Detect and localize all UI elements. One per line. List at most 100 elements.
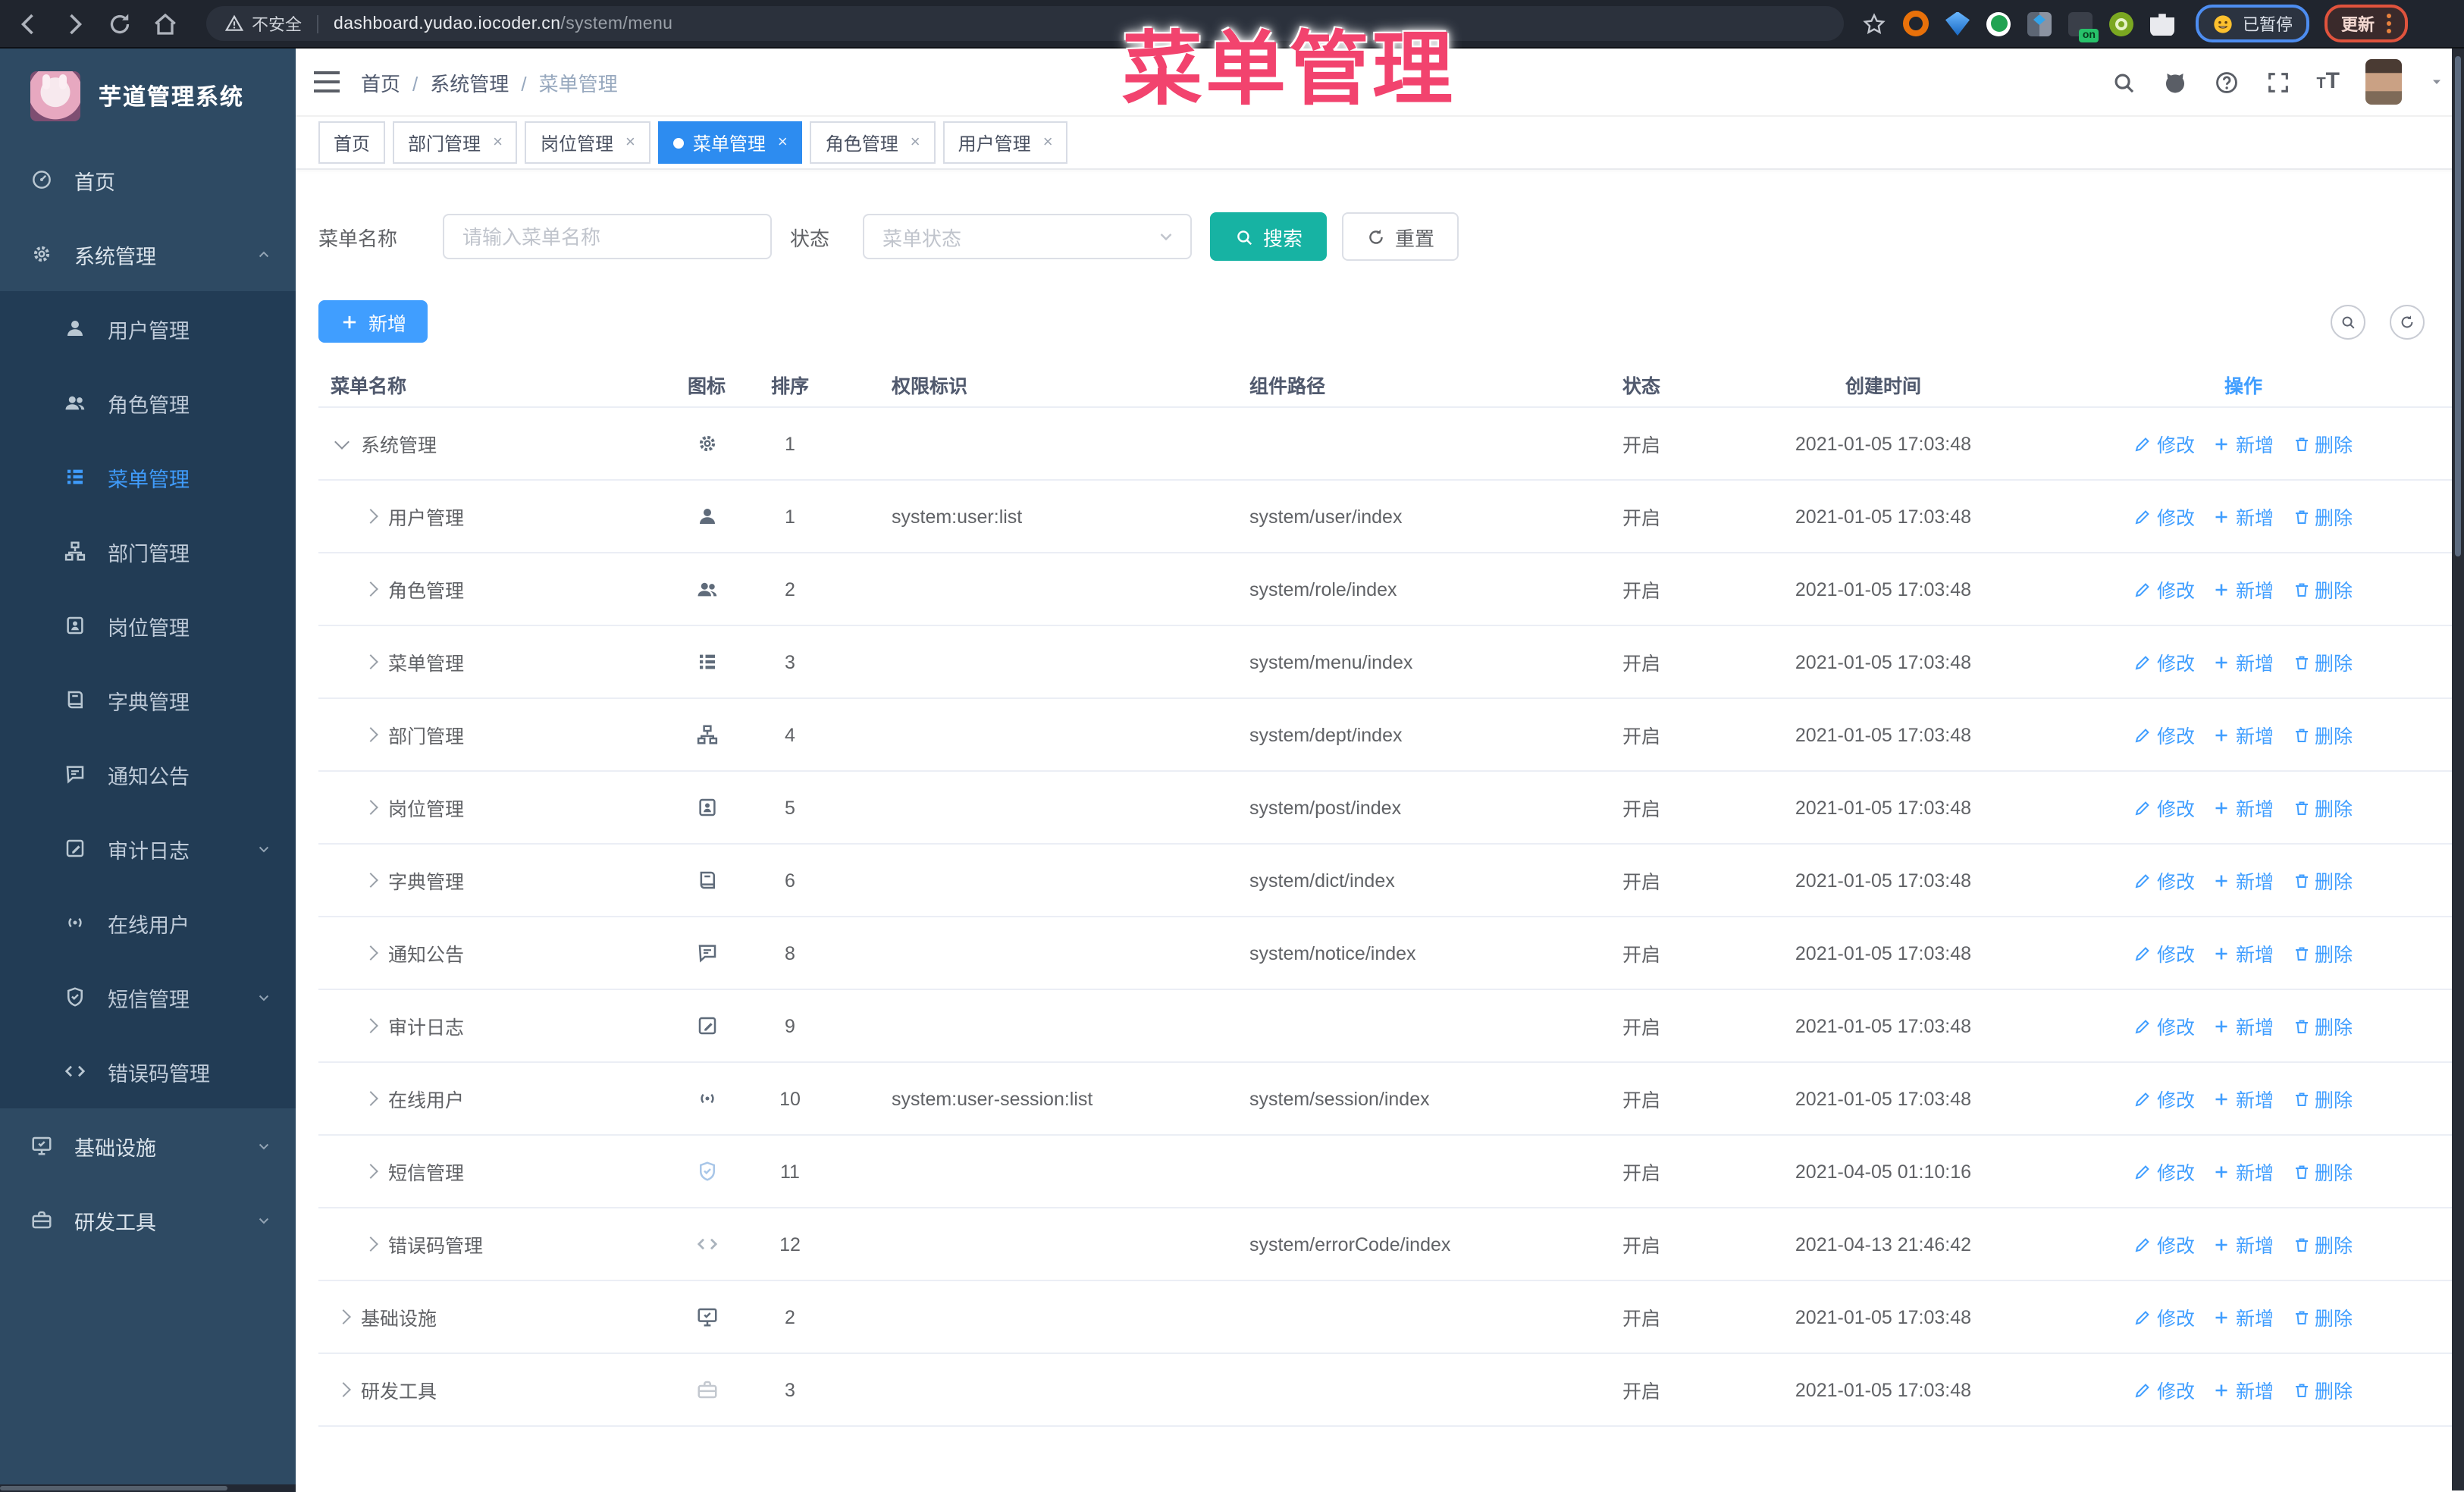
profile-paused-chip[interactable]: 已暂停	[2196, 5, 2309, 42]
add-link[interactable]: 新增	[2213, 939, 2274, 967]
sidebar-item-sms[interactable]: 短信管理	[0, 960, 296, 1034]
add-link[interactable]: 新增	[2213, 1011, 2274, 1040]
extension-orange-icon[interactable]	[1903, 11, 1929, 36]
edit-link[interactable]: 修改	[2134, 575, 2195, 603]
status-select[interactable]: 菜单状态	[863, 214, 1192, 259]
edit-link[interactable]: 修改	[2134, 502, 2195, 531]
close-icon[interactable]: ×	[493, 133, 503, 152]
delete-link[interactable]: 删除	[2292, 647, 2353, 676]
delete-link[interactable]: 删除	[2292, 575, 2353, 603]
add-link[interactable]: 新增	[2213, 575, 2274, 603]
sidebar-item-notice[interactable]: 通知公告	[0, 737, 296, 811]
search-button[interactable]: 搜索	[1210, 212, 1328, 261]
edit-link[interactable]: 修改	[2134, 1230, 2195, 1258]
add-link[interactable]: 新增	[2213, 429, 2274, 458]
bookmark-star-icon[interactable]	[1862, 11, 1886, 36]
add-link[interactable]: 新增	[2213, 866, 2274, 895]
expand-toggle-icon[interactable]	[358, 504, 382, 528]
breadcrumb-system[interactable]: 系统管理	[400, 67, 509, 96]
add-link[interactable]: 新增	[2213, 1230, 2274, 1258]
menu-name-input[interactable]	[443, 214, 772, 259]
extension-green-check-icon[interactable]	[1986, 11, 2011, 36]
expand-toggle-icon[interactable]	[358, 795, 382, 820]
edit-link[interactable]: 修改	[2134, 939, 2195, 967]
fullscreen-icon[interactable]	[2265, 69, 2290, 95]
edit-link[interactable]: 修改	[2134, 429, 2195, 458]
delete-link[interactable]: 删除	[2292, 1375, 2353, 1404]
tab-dept[interactable]: 部门管理 ×	[393, 121, 518, 164]
sidebar-item-depts[interactable]: 部门管理	[0, 514, 296, 588]
add-link[interactable]: 新增	[2213, 720, 2274, 749]
browser-home-icon[interactable]	[152, 10, 179, 37]
delete-link[interactable]: 删除	[2292, 720, 2353, 749]
refresh-button[interactable]	[2390, 304, 2425, 339]
close-icon[interactable]: ×	[778, 133, 788, 152]
edit-link[interactable]: 修改	[2134, 866, 2195, 895]
font-size-icon[interactable]: TT	[2316, 67, 2340, 96]
show-search-button[interactable]	[2331, 304, 2365, 339]
add-link[interactable]: 新增	[2213, 647, 2274, 676]
extension-switch-icon[interactable]: on	[2068, 11, 2099, 42]
expand-toggle-icon[interactable]	[358, 650, 382, 674]
delete-link[interactable]: 删除	[2292, 1011, 2353, 1040]
search-icon[interactable]	[2110, 69, 2136, 95]
expand-toggle-icon[interactable]	[358, 1014, 382, 1038]
edit-link[interactable]: 修改	[2134, 647, 2195, 676]
help-icon[interactable]	[2213, 69, 2239, 95]
edit-link[interactable]: 修改	[2134, 1011, 2195, 1040]
edit-link[interactable]: 修改	[2134, 1157, 2195, 1186]
sidebar-item-dev-tools[interactable]: 研发工具	[0, 1183, 296, 1257]
close-icon[interactable]: ×	[911, 133, 920, 152]
sidebar-collapse-icon[interactable]	[314, 71, 340, 92]
delete-link[interactable]: 删除	[2292, 939, 2353, 967]
not-secure-label[interactable]: 不安全	[252, 11, 302, 36]
address-bar[interactable]: 不安全 dashboard.yudao.iocoder.cn/system/me…	[206, 6, 1844, 41]
browser-update-chip[interactable]: 更新	[2324, 5, 2408, 42]
add-link[interactable]: 新增	[2213, 1157, 2274, 1186]
tab-menu-active[interactable]: 菜单管理 ×	[657, 121, 803, 164]
user-avatar[interactable]	[2365, 59, 2402, 105]
delete-link[interactable]: 删除	[2292, 429, 2353, 458]
close-icon[interactable]: ×	[1043, 133, 1053, 152]
sidebar-item-home[interactable]: 首页	[0, 143, 296, 217]
close-icon[interactable]: ×	[625, 133, 635, 152]
tab-post[interactable]: 岗位管理 ×	[525, 121, 650, 164]
browser-back-icon[interactable]	[15, 10, 42, 37]
sidebar-item-menus[interactable]: 菜单管理	[0, 440, 296, 514]
edit-link[interactable]: 修改	[2134, 1302, 2195, 1331]
delete-link[interactable]: 删除	[2292, 793, 2353, 822]
add-link[interactable]: 新增	[2213, 1375, 2274, 1404]
app-logo[interactable]: 芋道管理系统	[0, 49, 296, 143]
tab-user[interactable]: 用户管理 ×	[942, 121, 1068, 164]
sidebar-item-roles[interactable]: 角色管理	[0, 365, 296, 440]
edit-link[interactable]: 修改	[2134, 1375, 2195, 1404]
delete-link[interactable]: 删除	[2292, 1302, 2353, 1331]
collapse-toggle-icon[interactable]	[331, 431, 355, 456]
sidebar-item-system[interactable]: 系统管理	[0, 217, 296, 291]
expand-toggle-icon[interactable]	[358, 941, 382, 965]
expand-toggle-icon[interactable]	[331, 1305, 355, 1329]
tab-home[interactable]: 首页	[318, 121, 386, 164]
edit-link[interactable]: 修改	[2134, 1084, 2195, 1113]
add-button[interactable]: 新增	[318, 300, 428, 343]
delete-link[interactable]: 删除	[2292, 1157, 2353, 1186]
expand-toggle-icon[interactable]	[358, 868, 382, 892]
horizontal-scrollbar[interactable]	[0, 1484, 296, 1492]
delete-link[interactable]: 删除	[2292, 502, 2353, 531]
extensions-puzzle-icon[interactable]	[2150, 14, 2174, 36]
vertical-scrollbar[interactable]	[2452, 47, 2464, 1490]
expand-toggle-icon[interactable]	[358, 1159, 382, 1183]
browser-forward-icon[interactable]	[61, 10, 88, 37]
add-link[interactable]: 新增	[2213, 1084, 2274, 1113]
delete-link[interactable]: 删除	[2292, 1084, 2353, 1113]
sidebar-item-audit-log[interactable]: 审计日志	[0, 811, 296, 885]
add-link[interactable]: 新增	[2213, 1302, 2274, 1331]
extension-gem-icon[interactable]	[1945, 11, 1970, 36]
browser-menu-kebab-icon[interactable]	[2387, 14, 2391, 33]
expand-toggle-icon[interactable]	[331, 1378, 355, 1402]
expand-toggle-icon[interactable]	[358, 1086, 382, 1111]
url-text[interactable]: dashboard.yudao.iocoder.cn/system/menu	[334, 14, 672, 33]
github-icon[interactable]	[2161, 69, 2187, 95]
add-link[interactable]: 新增	[2213, 793, 2274, 822]
sidebar-item-posts[interactable]: 岗位管理	[0, 588, 296, 663]
